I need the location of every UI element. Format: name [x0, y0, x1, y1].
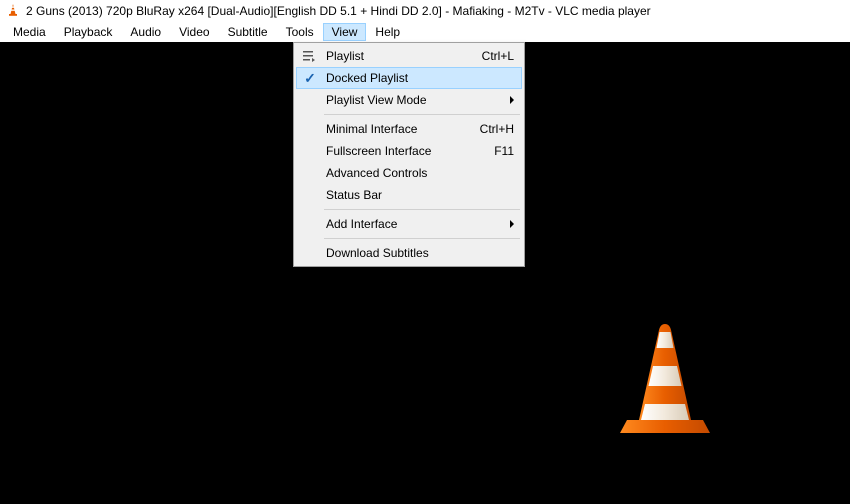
menuitem-label: Playlist — [326, 49, 470, 63]
menu-separator — [324, 114, 520, 115]
menuitem-fullscreen-interface[interactable]: Fullscreen Interface F11 — [296, 140, 522, 162]
menuitem-status-bar[interactable]: Status Bar — [296, 184, 522, 206]
menuitem-shortcut: Ctrl+H — [480, 122, 514, 136]
menuitem-shortcut: F11 — [494, 144, 514, 158]
menu-video[interactable]: Video — [170, 23, 218, 41]
menuitem-download-subtitles[interactable]: Download Subtitles — [296, 242, 522, 264]
menuitem-minimal-interface[interactable]: Minimal Interface Ctrl+H — [296, 118, 522, 140]
playlist-icon — [300, 47, 318, 65]
menuitem-label: Status Bar — [326, 188, 514, 202]
menu-separator — [324, 209, 520, 210]
menuitem-label: Docked Playlist — [326, 71, 514, 85]
menuitem-label: Minimal Interface — [326, 122, 468, 136]
menu-help[interactable]: Help — [366, 23, 409, 41]
vlc-logo-icon — [615, 320, 715, 440]
menu-subtitle[interactable]: Subtitle — [219, 23, 277, 41]
menuitem-playlist-view-mode[interactable]: Playlist View Mode — [296, 89, 522, 111]
menuitem-label: Add Interface — [326, 217, 498, 231]
submenu-arrow-icon — [510, 96, 514, 104]
menu-audio[interactable]: Audio — [121, 23, 170, 41]
menuitem-label: Advanced Controls — [326, 166, 514, 180]
submenu-arrow-icon — [510, 220, 514, 228]
menu-separator — [324, 238, 520, 239]
video-area: Playlist Ctrl+L ✓ Docked Playlist Playli… — [0, 42, 850, 504]
menuitem-docked-playlist[interactable]: ✓ Docked Playlist — [296, 67, 522, 89]
menu-playback[interactable]: Playback — [55, 23, 122, 41]
menu-media[interactable]: Media — [4, 23, 55, 41]
menuitem-shortcut: Ctrl+L — [482, 49, 514, 63]
check-icon: ✓ — [301, 69, 319, 87]
menuitem-advanced-controls[interactable]: Advanced Controls — [296, 162, 522, 184]
view-dropdown: Playlist Ctrl+L ✓ Docked Playlist Playli… — [293, 42, 525, 267]
vlc-cone-icon — [6, 3, 20, 20]
menu-view[interactable]: View — [323, 23, 367, 41]
menuitem-label: Fullscreen Interface — [326, 144, 482, 158]
menuitem-playlist[interactable]: Playlist Ctrl+L — [296, 45, 522, 67]
menuitem-add-interface[interactable]: Add Interface — [296, 213, 522, 235]
titlebar: 2 Guns (2013) 720p BluRay x264 [Dual-Aud… — [0, 0, 850, 22]
menubar: Media Playback Audio Video Subtitle Tool… — [0, 22, 850, 42]
window-title: 2 Guns (2013) 720p BluRay x264 [Dual-Aud… — [26, 4, 651, 18]
menuitem-label: Playlist View Mode — [326, 93, 498, 107]
menuitem-label: Download Subtitles — [326, 246, 514, 260]
menu-tools[interactable]: Tools — [277, 23, 323, 41]
